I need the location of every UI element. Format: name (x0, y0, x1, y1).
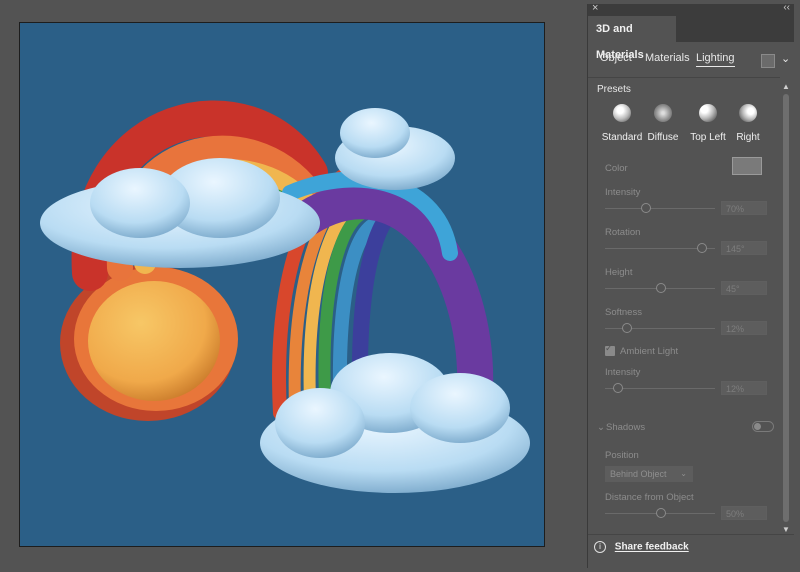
preset-top-left[interactable]: Top Left (686, 104, 730, 143)
3d-materials-panel: × ‹‹ 3D and Materials Object Materials L… (587, 2, 794, 568)
chevron-down-icon[interactable]: ⌄ (781, 52, 790, 65)
scroll-down-icon[interactable]: ▼ (782, 525, 790, 534)
intensity-input[interactable]: 70% (721, 201, 767, 215)
footer-divider (588, 534, 794, 535)
tab-materials[interactable]: Materials (645, 52, 690, 64)
right-light-icon (739, 104, 757, 122)
collapse-icon[interactable]: ‹‹ (783, 2, 790, 13)
scroll-thumb[interactable] (783, 94, 789, 522)
ambient-intensity-slider-thumb[interactable] (613, 383, 623, 393)
preset-label: Right (736, 132, 760, 143)
height-input[interactable]: 45° (721, 281, 767, 295)
preset-standard[interactable]: Standard (600, 104, 644, 143)
intensity-slider-thumb[interactable] (641, 203, 651, 213)
intensity-slider[interactable] (605, 208, 715, 209)
softness-label: Softness (605, 307, 642, 318)
preset-label: Top Left (690, 132, 726, 143)
height-label: Height (605, 267, 633, 278)
ambient-light-checkbox[interactable]: ✓ (605, 343, 615, 356)
check-icon: ✓ (605, 343, 613, 353)
rainbow-illustration[interactable] (20, 23, 544, 546)
render-settings-icon[interactable] (761, 54, 775, 68)
shadows-chevron-icon[interactable]: ⌄ (597, 422, 605, 433)
diffuse-light-icon (654, 104, 672, 122)
tab-lighting[interactable]: Lighting (696, 52, 735, 67)
close-icon[interactable]: × (592, 2, 598, 14)
presets-label: Presets (597, 84, 631, 95)
ambient-light-label: Ambient Light (620, 346, 679, 357)
position-dropdown[interactable]: Behind Object ⌄ (605, 466, 693, 482)
ambient-intensity-label: Intensity (605, 367, 641, 378)
cloud-top (335, 108, 455, 190)
ambient-intensity-input[interactable]: 12% (721, 381, 767, 395)
panel-titlebar: 3D and Materials (588, 16, 794, 61)
preset-label: Diffuse (647, 132, 679, 143)
color-label: Color (605, 163, 628, 174)
panel-title[interactable]: 3D and Materials (588, 16, 676, 61)
distance-input[interactable]: 50% (721, 506, 767, 520)
artboard[interactable] (19, 22, 545, 547)
standard-light-icon (613, 104, 631, 122)
shadows-label: Shadows (606, 422, 646, 433)
chevron-down-icon: ⌄ (680, 469, 687, 478)
divider (588, 77, 780, 78)
tab-bar: Object Materials Lighting ⌄ (588, 52, 794, 72)
info-icon: i (594, 541, 606, 553)
distance-label: Distance from Object (605, 492, 694, 503)
panel-topbar: × ‹‹ (588, 2, 794, 16)
rotation-label: Rotation (605, 227, 641, 238)
shadows-toggle[interactable] (752, 421, 774, 432)
position-value: Behind Object (610, 469, 667, 479)
distance-slider-thumb[interactable] (656, 508, 666, 518)
share-feedback-link[interactable]: Share feedback (615, 542, 689, 553)
intensity-label: Intensity (605, 187, 641, 198)
rotation-input[interactable]: 145° (721, 241, 767, 255)
softness-slider-thumb[interactable] (622, 323, 632, 333)
preset-label: Standard (601, 132, 643, 143)
rotation-slider-thumb[interactable] (697, 243, 707, 253)
top-left-light-icon (699, 104, 717, 122)
position-label: Position (605, 450, 639, 461)
softness-input[interactable]: 12% (721, 321, 767, 335)
light-color-swatch[interactable] (732, 157, 762, 175)
scroll-up-icon[interactable]: ▲ (782, 82, 790, 91)
scrollbar[interactable]: ▲ ▼ (780, 82, 792, 534)
tab-object[interactable]: Object (600, 52, 632, 64)
preset-diffuse[interactable]: Diffuse (641, 104, 685, 143)
preset-right[interactable]: Right (726, 104, 770, 143)
share-feedback[interactable]: i Share feedback (594, 541, 689, 553)
height-slider-thumb[interactable] (656, 283, 666, 293)
toggle-knob (754, 423, 761, 430)
